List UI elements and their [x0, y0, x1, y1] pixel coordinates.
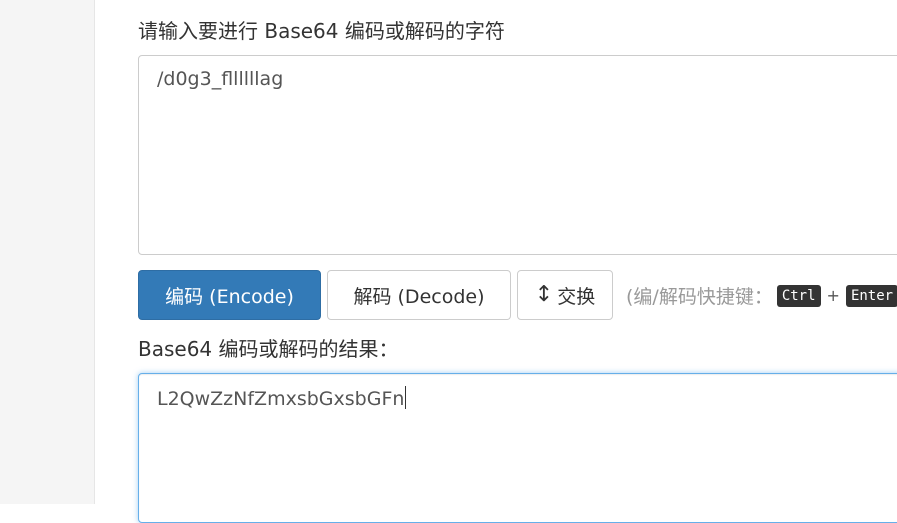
- kbd-enter: Enter: [845, 284, 897, 307]
- kbd-plus: +: [826, 286, 840, 305]
- base64-tool-panel: 请输入要进行 Base64 编码或解码的字符 /d0g3_fllllllag 编…: [95, 0, 897, 523]
- kbd-ctrl: Ctrl: [776, 284, 821, 307]
- output-text: L2QwZzNfZmxsbGxsbGFn: [157, 388, 405, 410]
- decode-button-label: 解码 (Decode): [353, 285, 485, 308]
- swap-button[interactable]: ↕ 交换: [517, 270, 613, 320]
- encode-button-label: 编码 (Encode): [165, 285, 294, 308]
- shortcut-hint-text: (编/解码快捷键：: [626, 286, 773, 308]
- output-label: Base64 编码或解码的结果：: [138, 337, 399, 361]
- shortcut-hint: (编/解码快捷键： Ctrl + Enter: [626, 282, 897, 309]
- output-textarea[interactable]: L2QwZzNfZmxsbGxsbGFn: [138, 373, 897, 523]
- swap-vertical-icon: ↕: [534, 282, 554, 307]
- input-label: 请输入要进行 Base64 编码或解码的字符: [138, 19, 505, 43]
- left-sidebar-background: [0, 0, 95, 504]
- decode-button[interactable]: 解码 (Decode): [327, 270, 511, 320]
- encode-button[interactable]: 编码 (Encode): [138, 270, 321, 320]
- input-text: /d0g3_fllllllag: [157, 68, 284, 90]
- swap-button-label: 交换: [557, 285, 596, 308]
- input-textarea[interactable]: /d0g3_fllllllag: [138, 55, 897, 255]
- text-caret: [405, 386, 407, 409]
